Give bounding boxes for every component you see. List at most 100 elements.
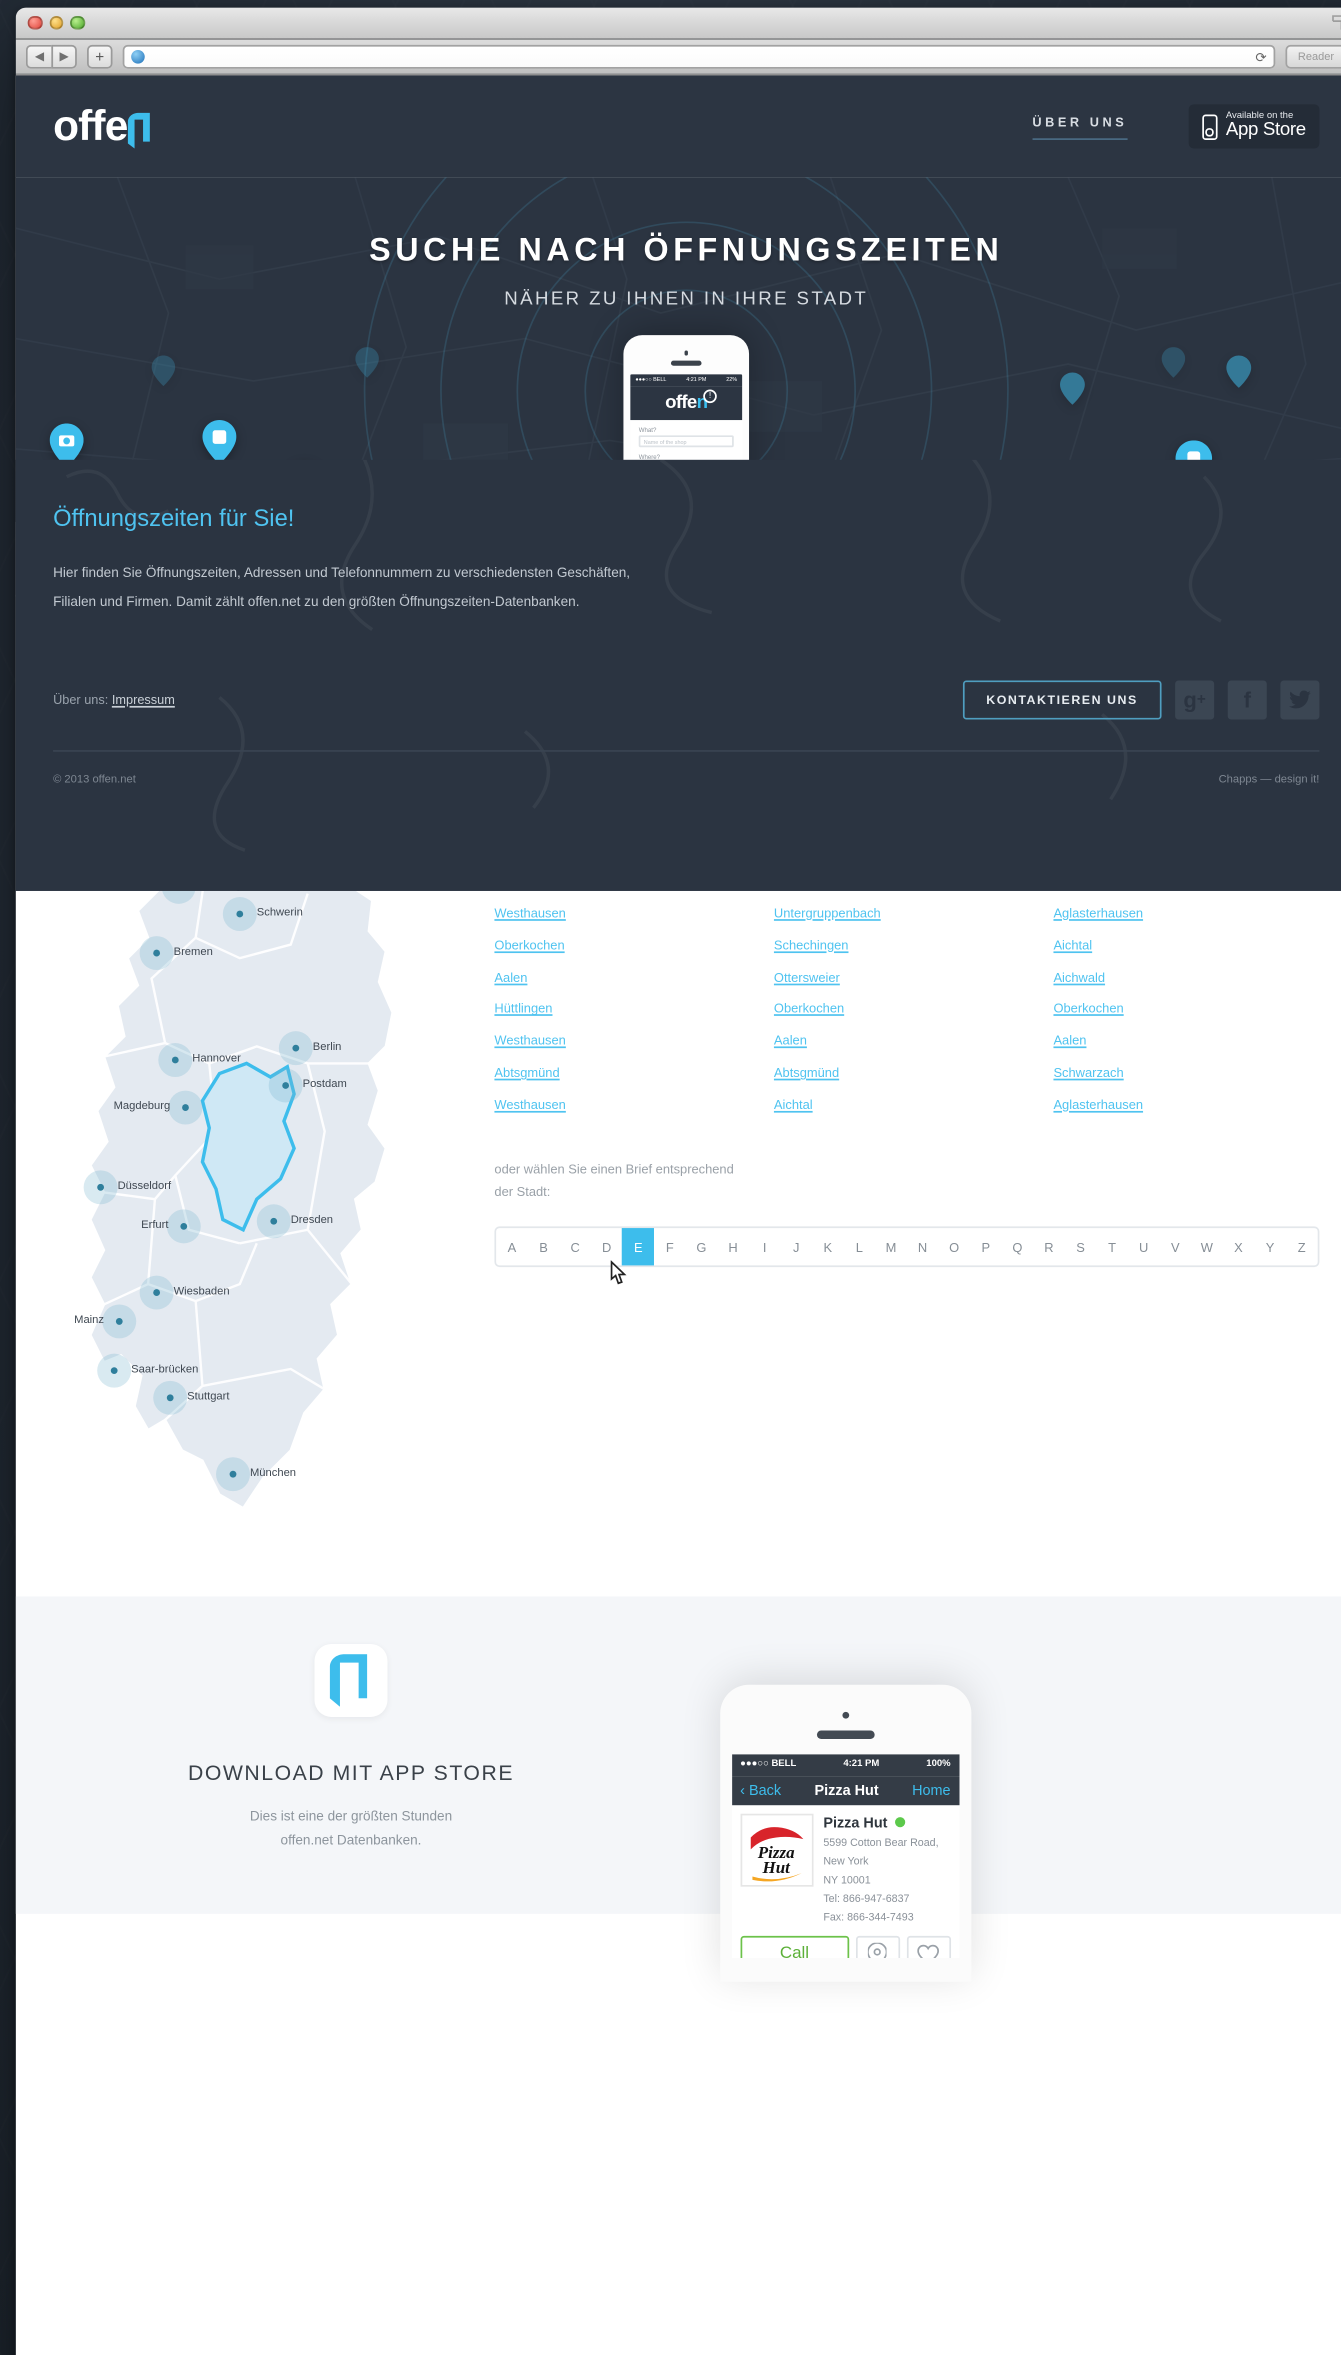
alphabet-filter-bar[interactable]: ABCDEFGHIJKLMNOPQRSTUVWXYZ: [494, 1227, 1320, 1286]
url-input[interactable]: ⟳: [122, 44, 1276, 69]
city-link[interactable]: Hüttlingen: [494, 994, 552, 1026]
app-call-button[interactable]: Call: [740, 1935, 849, 1958]
city-link[interactable]: Aalen: [494, 962, 527, 994]
heart-icon[interactable]: [906, 1935, 951, 1958]
footer-paragraph-line2: Filialen und Firmen. Damit zählt offen.n…: [53, 593, 580, 609]
map-city-label[interactable]: München: [250, 1467, 296, 1479]
map-city-label[interactable]: Hannover: [192, 1053, 241, 1065]
map-city-label[interactable]: Berlin: [313, 1041, 342, 1053]
city-link[interactable]: Schwarzach: [1053, 1058, 1123, 1090]
map-city-label[interactable]: Wiesbaden: [174, 1286, 230, 1298]
browser-window: ◀ ▶ + ⟳ Reader offe ÜBER UNS Available o…: [15, 7, 1341, 2355]
alphabet-letter-j[interactable]: J: [780, 1229, 812, 1266]
google-plus-icon[interactable]: g +: [1175, 679, 1215, 719]
alphabet-letter-u[interactable]: U: [1128, 1229, 1160, 1266]
alphabet-letter-n[interactable]: N: [907, 1229, 939, 1266]
city-link[interactable]: Aalen: [1053, 1026, 1086, 1058]
minimize-window-button[interactable]: [48, 15, 64, 31]
city-link[interactable]: Oberkochen: [774, 994, 844, 1026]
svg-text:Hut: Hut: [761, 1857, 791, 1876]
alphabet-letter-p[interactable]: P: [970, 1229, 1002, 1266]
site-globe-icon: [131, 50, 145, 64]
map-city-label[interactable]: Saar-brücken: [131, 1364, 198, 1376]
alphabet-letter-g[interactable]: G: [686, 1229, 718, 1266]
window-controls[interactable]: [27, 15, 85, 31]
alphabet-letter-s[interactable]: S: [1065, 1229, 1097, 1266]
alphabet-letter-z[interactable]: Z: [1286, 1229, 1318, 1266]
new-tab-button[interactable]: +: [87, 44, 113, 69]
city-link[interactable]: Aichwald: [1053, 962, 1105, 994]
city-link[interactable]: Ottersweier: [774, 962, 840, 994]
alphabet-letter-c[interactable]: C: [559, 1229, 591, 1266]
city-link[interactable]: Aglasterhausen: [1053, 899, 1143, 931]
alphabet-letter-q[interactable]: Q: [1002, 1229, 1034, 1266]
city-link[interactable]: Aglasterhausen: [1053, 1090, 1143, 1122]
alphabet-letter-l[interactable]: L: [844, 1229, 876, 1266]
map-city-label[interactable]: Düsseldorf: [118, 1181, 172, 1193]
hero-phone-what-input[interactable]: Name of the shop: [638, 435, 734, 448]
alphabet-note: oder wählen Sie einen Brief entsprechend…: [494, 1160, 1319, 1204]
alphabet-letter-k[interactable]: K: [812, 1229, 844, 1266]
hero-phone-header: offen !: [630, 385, 743, 420]
map-city-label[interactable]: Postdam: [303, 1079, 347, 1091]
alphabet-letter-y[interactable]: Y: [1254, 1229, 1286, 1266]
maximize-window-button[interactable]: [70, 15, 85, 31]
contact-us-button[interactable]: KONTAKTIEREN UNS: [962, 679, 1162, 719]
city-link[interactable]: Westhausen: [494, 1026, 565, 1058]
app-phone-screen: ●●●○○ BELL 4:21 PM 100% ‹ Back Pizza Hut…: [731, 1753, 960, 1958]
back-arrow-icon[interactable]: ◀: [25, 44, 52, 69]
app-home-button[interactable]: Home: [912, 1782, 951, 1799]
alphabet-letter-i[interactable]: I: [749, 1229, 781, 1266]
map-city-label[interactable]: Erfurt: [141, 1220, 168, 1232]
close-window-button[interactable]: [27, 15, 43, 31]
alphabet-letter-t[interactable]: T: [1096, 1229, 1128, 1266]
alphabet-letter-a[interactable]: A: [496, 1229, 528, 1266]
alphabet-letter-o[interactable]: O: [938, 1229, 970, 1266]
offen-app-icon[interactable]: [314, 1644, 388, 1717]
alphabet-letter-f[interactable]: F: [654, 1229, 686, 1266]
facebook-icon[interactable]: f: [1227, 679, 1267, 719]
forward-arrow-icon[interactable]: ▶: [51, 44, 77, 69]
phone-camera-icon: [684, 350, 689, 355]
resize-handle-icon[interactable]: [1331, 14, 1341, 31]
nav-buttons[interactable]: ◀ ▶: [25, 44, 77, 69]
hero-phone-time: 4:21 PM: [686, 376, 707, 383]
city-link[interactable]: Aalen: [774, 1026, 807, 1058]
alphabet-letter-r[interactable]: R: [1033, 1229, 1065, 1266]
reader-button[interactable]: Reader: [1285, 44, 1341, 69]
site-logo[interactable]: offe: [53, 102, 155, 151]
alphabet-letter-x[interactable]: X: [1223, 1229, 1255, 1266]
city-link[interactable]: Westhausen: [494, 1090, 565, 1122]
map-city-label[interactable]: Magdeburg: [114, 1101, 171, 1113]
alphabet-letter-h[interactable]: H: [717, 1229, 749, 1266]
map-city-label[interactable]: Dresden: [291, 1215, 333, 1227]
map-city-label[interactable]: Mainz: [74, 1315, 104, 1327]
city-link[interactable]: Oberkochen: [494, 930, 564, 962]
city-link[interactable]: Schechingen: [774, 930, 849, 962]
app-address-line1: 5599 Cotton Bear Road, New York: [823, 1836, 939, 1868]
app-place-address: 5599 Cotton Bear Road, New York NY 10001…: [823, 1833, 950, 1926]
twitter-icon[interactable]: [1280, 679, 1320, 719]
map-city-label[interactable]: Schwerin: [257, 907, 303, 919]
city-link[interactable]: Untergruppenbach: [774, 899, 881, 931]
appstore-badge-button[interactable]: Available on the App Store: [1188, 104, 1320, 149]
map-pin-icon[interactable]: [855, 1935, 900, 1958]
city-link[interactable]: Abtsgmünd: [774, 1058, 839, 1090]
alphabet-letter-v[interactable]: V: [1160, 1229, 1192, 1266]
map-city-label[interactable]: Stuttgart: [187, 1391, 229, 1403]
city-link[interactable]: Aichtal: [774, 1090, 813, 1122]
alphabet-letter-m[interactable]: M: [875, 1229, 907, 1266]
footer-imprint-link[interactable]: Impressum: [112, 692, 175, 707]
alphabet-letter-b[interactable]: B: [528, 1229, 560, 1266]
app-back-button[interactable]: ‹ Back: [740, 1782, 781, 1799]
city-link[interactable]: Aichtal: [1053, 930, 1092, 962]
footer-paragraph: Hier finden Sie Öffnungszeiten, Adressen…: [53, 560, 1319, 617]
city-link[interactable]: Oberkochen: [1053, 994, 1123, 1026]
reload-icon[interactable]: ⟳: [1255, 49, 1266, 64]
nav-about-link[interactable]: ÜBER UNS: [1032, 114, 1128, 140]
city-link[interactable]: Westhausen: [494, 899, 565, 931]
city-link[interactable]: Abtsgmünd: [494, 1058, 559, 1090]
alphabet-letter-w[interactable]: W: [1191, 1229, 1223, 1266]
map-city-label[interactable]: Bremen: [174, 946, 213, 958]
mouse-cursor-icon: [610, 1261, 627, 1286]
